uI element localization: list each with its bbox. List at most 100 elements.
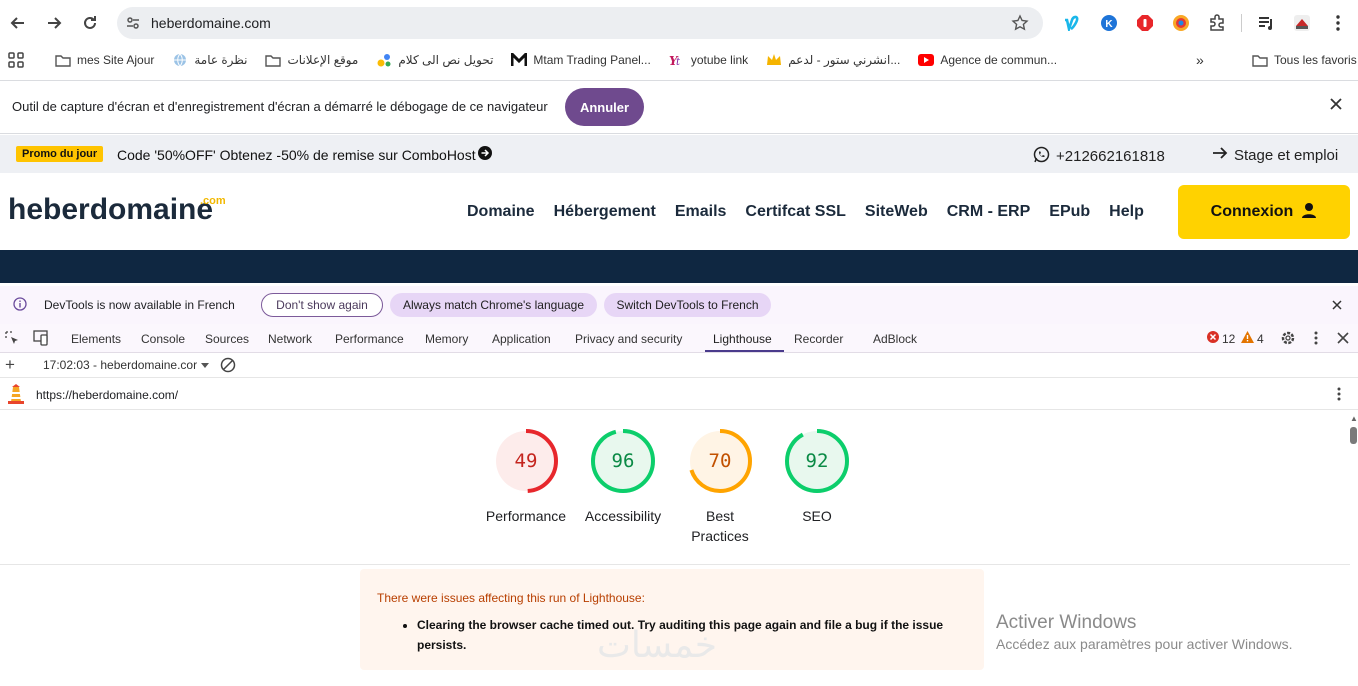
bookmark-item[interactable]: انشرني ستور - لدعم... — [757, 53, 909, 67]
tab-adblock[interactable]: AdBlock — [873, 332, 917, 346]
bookmark-label: تحويل نص الى كلام — [398, 53, 494, 67]
address-bar[interactable]: heberdomaine.com — [117, 7, 1043, 39]
nav-item-crm-erp[interactable]: CRM - ERP — [947, 203, 1031, 221]
logo-suffix: .com — [200, 195, 226, 207]
audited-url[interactable]: https://heberdomaine.com/ — [36, 388, 178, 402]
gauge-best-practices[interactable]: 70 Best Practices — [672, 428, 768, 546]
nav-item-epub[interactable]: EPub — [1049, 203, 1090, 221]
bookmark-item[interactable]: mes Site Ajour — [46, 53, 163, 67]
toolbar-separator — [1241, 14, 1242, 32]
promo-link[interactable]: Code '50%OFF' Obtenez -50% de remise sur… — [117, 146, 492, 163]
nav-item-hebergement[interactable]: Hébergement — [554, 203, 656, 221]
phone-number: +212662161818 — [1056, 148, 1165, 165]
bookmark-star-icon[interactable] — [1011, 14, 1029, 35]
k-extension-icon[interactable]: K — [1091, 8, 1127, 38]
bookmark-label: نظرة عامة — [194, 53, 248, 67]
tab-privacy-security[interactable]: Privacy and security — [575, 332, 682, 346]
login-label: Connexion — [1210, 203, 1294, 220]
bookmark-item[interactable]: موقع الإعلانات — [256, 53, 367, 67]
dont-show-again-button[interactable]: Don't show again — [261, 293, 383, 317]
windows-activation-watermark: Activer Windows Accédez aux paramètres p… — [996, 612, 1292, 652]
site-settings-icon[interactable] — [117, 15, 149, 31]
folder-icon — [265, 53, 282, 67]
tab-application[interactable]: Application — [492, 332, 551, 346]
kebab-menu-icon[interactable] — [1313, 330, 1319, 349]
tab-memory[interactable]: Memory — [425, 332, 468, 346]
tab-sources[interactable]: Sources — [205, 332, 249, 346]
notice-text: DevTools is now available in French — [44, 298, 235, 312]
gauge-accessibility[interactable]: 96 Accessibility — [575, 428, 671, 526]
new-report-button[interactable]: + — [5, 355, 15, 375]
match-language-button[interactable]: Always match Chrome's language — [390, 293, 597, 317]
close-icon[interactable] — [1332, 298, 1342, 313]
report-url-bar: https://heberdomaine.com/ — [0, 378, 1358, 410]
nav-item-emails[interactable]: Emails — [675, 203, 727, 221]
back-button[interactable] — [0, 5, 36, 41]
tab-recorder[interactable]: Recorder — [794, 332, 843, 346]
adblock-extension-icon[interactable] — [1127, 8, 1163, 38]
bookmark-item[interactable]: Mtam Trading Panel... — [502, 53, 659, 67]
whatsapp-contact[interactable]: +212662161818 — [1033, 146, 1165, 167]
puzzle-extensions-icon[interactable] — [1199, 8, 1235, 38]
gauge-value: 49 — [514, 450, 538, 472]
bookmark-label: yotube link — [690, 53, 749, 67]
bookmark-item[interactable]: Yt yotube link — [660, 53, 757, 67]
bookmarks-bar: mes Site Ajour نظرة عامة موقع الإعلانات … — [0, 46, 1358, 74]
reload-button[interactable] — [72, 5, 108, 41]
switch-french-button[interactable]: Switch DevTools to French — [604, 293, 771, 317]
site-logo[interactable]: heberdomaine — [8, 193, 213, 227]
nav-item-help[interactable]: Help — [1109, 203, 1144, 221]
clear-reports-icon[interactable] — [220, 357, 236, 376]
arrow-right-icon — [48, 17, 62, 29]
error-icon — [1207, 331, 1219, 346]
cancel-button[interactable]: Annuler — [565, 88, 644, 126]
tab-elements[interactable]: Elements — [71, 332, 121, 346]
dots-icon — [376, 53, 392, 67]
vimeo-extension-icon[interactable] — [1055, 8, 1091, 38]
tab-lighthouse[interactable]: Lighthouse — [713, 332, 772, 346]
gauge-performance[interactable]: 49 Performance — [478, 428, 574, 526]
color-extension-icon[interactable] — [1163, 8, 1199, 38]
nav-item-domaine[interactable]: Domaine — [467, 203, 535, 221]
url-text[interactable]: heberdomaine.com — [151, 15, 271, 31]
gauge-value: 96 — [611, 450, 635, 472]
chrome-menu-icon[interactable] — [1320, 8, 1356, 38]
bookmark-item[interactable]: تحويل نص الى كلام — [367, 53, 502, 67]
yt-logo-icon: Yt — [669, 53, 685, 67]
lighthouse-logo-icon — [8, 384, 24, 407]
error-count[interactable]: 12 — [1207, 331, 1235, 346]
inspect-element-icon[interactable] — [4, 330, 20, 349]
svg-text:K: K — [1105, 19, 1113, 30]
tab-performance[interactable]: Performance — [335, 332, 404, 346]
warning-count[interactable]: 4 — [1241, 331, 1264, 346]
profile-avatar-icon[interactable] — [1284, 8, 1320, 38]
tab-network[interactable]: Network — [268, 332, 312, 346]
apps-grid-icon[interactable] — [8, 52, 24, 71]
bookmark-item[interactable]: نظرة عامة — [163, 53, 256, 67]
stage-emploi-link[interactable]: Stage et emploi — [1212, 146, 1338, 164]
forward-button[interactable] — [36, 5, 72, 41]
all-bookmarks-folder[interactable]: Tous les favoris — [1243, 46, 1358, 74]
user-icon — [1301, 202, 1317, 223]
bookmark-label: mes Site Ajour — [77, 53, 155, 67]
tab-console[interactable]: Console — [141, 332, 185, 346]
report-selector[interactable]: 17:02:03 - heberdomaine.cor — [43, 358, 210, 372]
nav-item-ssl[interactable]: Certifcat SSL — [745, 203, 845, 221]
site-watermark: خمسات — [597, 625, 718, 666]
device-toolbar-icon[interactable] — [32, 330, 50, 349]
more-bookmarks-button[interactable]: » — [1196, 52, 1204, 68]
report-menu-icon[interactable] — [1336, 386, 1342, 405]
folder-icon — [1252, 53, 1268, 67]
scroll-up-arrow-icon[interactable]: ▲ — [1350, 414, 1358, 423]
close-devtools-icon[interactable] — [1337, 332, 1349, 347]
activate-subtitle: Accédez aux paramètres pour activer Wind… — [996, 636, 1293, 652]
close-icon[interactable] — [1330, 98, 1342, 113]
gear-icon[interactable] — [1280, 330, 1296, 349]
nav-item-siteweb[interactable]: SiteWeb — [865, 203, 928, 221]
gauge-seo[interactable]: 92 SEO — [769, 428, 865, 526]
scrollbar-thumb[interactable] — [1350, 427, 1357, 444]
bookmark-item[interactable]: Agence de commun... — [909, 53, 1066, 67]
media-controls-icon[interactable] — [1248, 8, 1284, 38]
login-button[interactable]: Connexion — [1178, 185, 1350, 239]
promo-badge: Promo du jour — [16, 146, 104, 162]
